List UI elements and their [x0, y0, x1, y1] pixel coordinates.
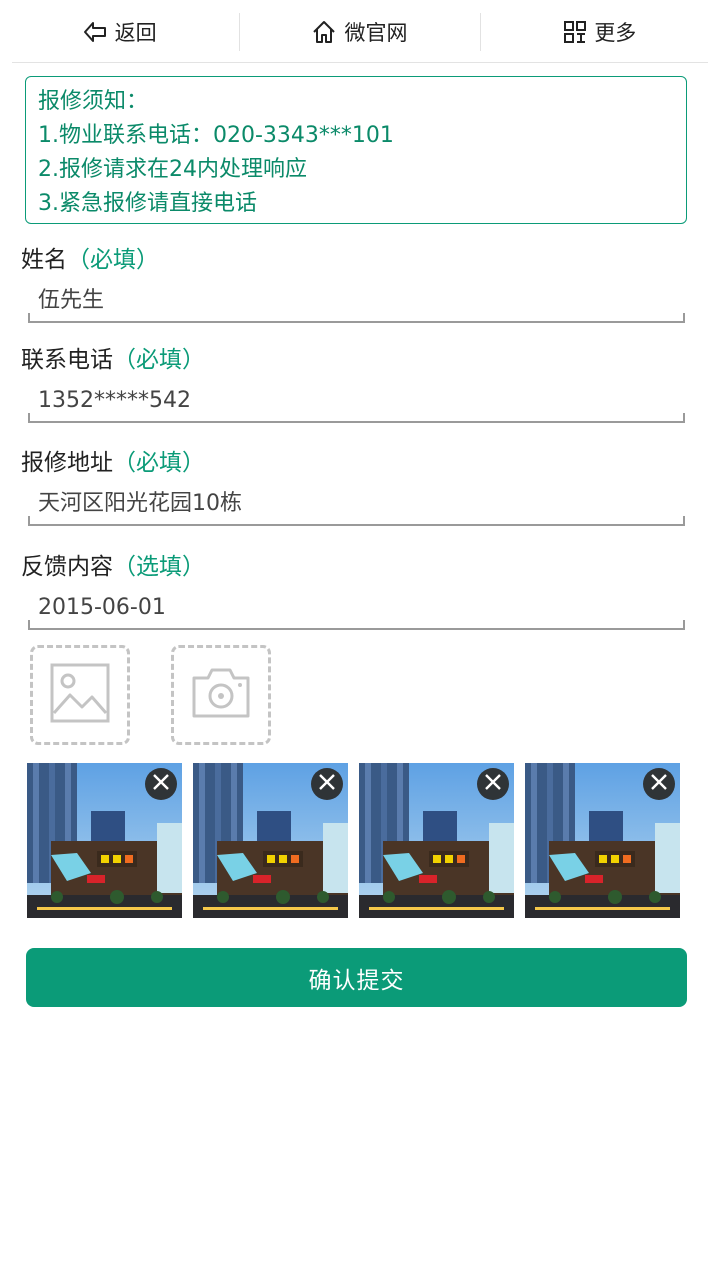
name-label-text: 姓名	[21, 247, 67, 273]
required-tag: （必填）	[113, 450, 205, 476]
input-underline-tick	[28, 516, 30, 526]
notice-line: 1.物业联系电话：020-3343***101	[38, 123, 394, 148]
address-label: 报修地址（必填）	[21, 443, 205, 477]
notice-line: 3.紧急报修请直接电话	[38, 191, 257, 216]
photo-thumbnail[interactable]	[27, 763, 182, 918]
close-circle-icon	[650, 773, 668, 795]
submit-label: 确认提交	[308, 967, 405, 994]
photo-thumbnail[interactable]	[359, 763, 514, 918]
phone-label-text: 联系电话	[21, 347, 113, 373]
input-underline	[28, 321, 685, 323]
feedback-value: 2015-06-01	[38, 595, 166, 620]
more-label: 更多	[594, 20, 637, 45]
close-circle-icon	[484, 773, 502, 795]
address-value: 天河区阳光花园10栋	[38, 491, 242, 516]
photo-thumbnail[interactable]	[193, 763, 348, 918]
image-placeholder-icon	[50, 663, 110, 727]
home-button[interactable]: 微官网	[240, 0, 479, 63]
take-photo-button[interactable]	[171, 645, 271, 745]
input-underline-tick	[28, 313, 30, 323]
nav-divider	[12, 62, 708, 63]
delete-photo-button[interactable]	[643, 768, 675, 800]
close-circle-icon	[318, 773, 336, 795]
input-underline-tick	[683, 413, 685, 423]
phone-value: 1352*****542	[38, 388, 191, 413]
choose-image-button[interactable]	[30, 645, 130, 745]
input-underline-tick	[28, 413, 30, 423]
name-input[interactable]: 伍先生	[28, 283, 685, 323]
feedback-label-text: 反馈内容	[21, 554, 113, 580]
name-label: 姓名（必填）	[21, 240, 159, 274]
delete-photo-button[interactable]	[145, 768, 177, 800]
optional-tag: （选填）	[113, 554, 205, 580]
input-underline-tick	[28, 620, 30, 630]
input-underline	[28, 524, 685, 526]
photo-thumbnail[interactable]	[525, 763, 680, 918]
delete-photo-button[interactable]	[311, 768, 343, 800]
phone-label: 联系电话（必填）	[21, 340, 205, 374]
address-input[interactable]: 天河区阳光花园10栋	[28, 486, 685, 526]
back-arrow-icon	[83, 21, 107, 43]
camera-icon	[190, 666, 252, 724]
required-tag: （必填）	[67, 247, 159, 273]
more-button[interactable]: 更多	[481, 0, 720, 63]
address-label-text: 报修地址	[21, 450, 113, 476]
back-label: 返回	[114, 20, 157, 45]
close-circle-icon	[152, 773, 170, 795]
required-tag: （必填）	[113, 347, 205, 373]
top-nav: 返回 微官网 更多	[0, 0, 720, 63]
back-button[interactable]: 返回	[0, 0, 239, 63]
home-icon	[312, 20, 336, 44]
input-underline-tick	[683, 620, 685, 630]
notice-title: 报修须知：	[38, 89, 149, 114]
submit-button[interactable]: 确认提交	[26, 948, 687, 1007]
input-underline-tick	[683, 516, 685, 526]
input-underline	[28, 421, 685, 423]
input-underline-tick	[683, 313, 685, 323]
home-label: 微官网	[344, 20, 408, 45]
feedback-label: 反馈内容（选填）	[21, 547, 205, 581]
repair-notice-box: 报修须知： 1.物业联系电话：020-3343***101 2.报修请求在24内…	[25, 76, 687, 224]
delete-photo-button[interactable]	[477, 768, 509, 800]
grid-menu-icon	[564, 20, 587, 43]
name-value: 伍先生	[38, 288, 105, 313]
input-underline	[28, 628, 685, 630]
feedback-input[interactable]: 2015-06-01	[28, 590, 685, 630]
phone-input[interactable]: 1352*****542	[28, 383, 685, 423]
notice-line: 2.报修请求在24内处理响应	[38, 157, 307, 182]
